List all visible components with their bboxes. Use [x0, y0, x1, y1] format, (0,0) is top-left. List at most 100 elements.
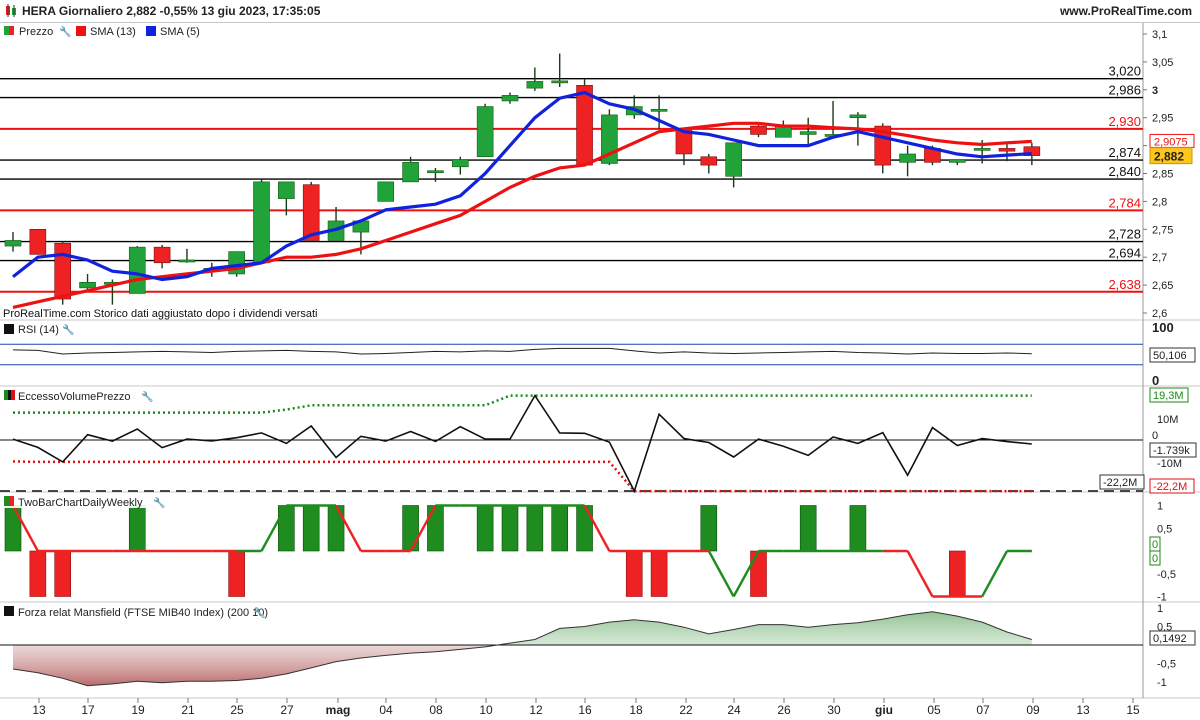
y-tick-label: 2,85	[1152, 169, 1173, 181]
volume-upper-band	[13, 394, 1032, 414]
x-day-label: 09	[1026, 703, 1040, 717]
x-day-label: 22	[679, 703, 693, 717]
twobar-up-bar	[4, 505, 22, 552]
y-tick-label: 2,75	[1152, 224, 1173, 236]
twobar-line-segment	[707, 550, 735, 598]
candle-up	[253, 181, 270, 264]
candle-up	[799, 131, 817, 135]
twobar-up-bar	[576, 505, 593, 552]
candle-down	[750, 125, 767, 135]
rsi-tick-0: 0	[1152, 373, 1159, 388]
x-day-label: 05	[927, 703, 941, 717]
x-day-label: 30	[827, 703, 841, 717]
history-note: ProRealTime.com Storico dati aggiustato …	[3, 308, 317, 320]
level-label: 2,784	[1108, 195, 1141, 210]
volume-tick: -10M	[1157, 458, 1182, 470]
candle-up	[79, 282, 96, 289]
candle-up	[377, 181, 395, 202]
level-label: 2,638	[1108, 277, 1141, 292]
y-tick-label: 3,05	[1152, 57, 1173, 69]
twobar-down-bar	[650, 550, 668, 597]
x-axis: 13 17 19 21 25 27 mag 04 08 10 12 16 18 22 24 26 30 giu 05…	[32, 698, 1140, 717]
rsi-panel: 100 0 50,106 RSI (14) 🔧	[0, 320, 1196, 388]
x-day-label: 04	[379, 703, 393, 717]
volume-top-value: 19,3M	[1153, 390, 1184, 402]
candle-up	[899, 153, 916, 163]
x-day-label: 10	[479, 703, 493, 717]
twobar-tick: 1	[1157, 501, 1163, 513]
volume-bottom-value: -22,2M	[1153, 481, 1187, 493]
price-legend: Prezzo 🔧 SMA (13) SMA (5)	[0, 23, 200, 39]
twobar-up-bar	[402, 505, 419, 552]
x-day-label: 12	[529, 703, 543, 717]
x-day-label: 21	[181, 703, 195, 717]
legend-sma13-swatch	[76, 26, 86, 36]
legend-sma5: SMA (5)	[160, 26, 200, 38]
twobar-legend: TwoBarChartDailyWeekly	[18, 497, 143, 509]
stock-chart[interactable]: 3,020 2,986 2,930 2,874 2,840 2,784 2,728 2,694…	[0, 23, 1200, 720]
volume-panel: 10M 0 -10M 19,3M -1.739k -22,2M -22,2M EccessoV…	[0, 387, 1197, 494]
twobar-value: 0	[1152, 539, 1158, 551]
twobar-up-bar	[427, 505, 444, 552]
x-day-label: 07	[976, 703, 990, 717]
candle-up	[849, 114, 867, 119]
twobar-tick: -1	[1157, 592, 1167, 604]
x-day-label: 13	[1076, 703, 1090, 717]
mansfield-legend-swatch	[4, 606, 14, 616]
mansfield-value: 0,1492	[1153, 633, 1187, 645]
candle-up	[4, 240, 22, 247]
candle-up	[973, 148, 991, 151]
brand-link[interactable]: www.ProRealTime.com	[1060, 4, 1192, 18]
twobar-down-bar	[948, 550, 966, 597]
rsi-legend-swatch	[4, 324, 14, 334]
wrench-icon: 🔧	[253, 606, 265, 619]
twobar-up-bar	[476, 505, 494, 552]
wrench-icon: 🔧	[141, 390, 153, 403]
price-panel: 3,020 2,986 2,930 2,874 2,840 2,784 2,728 2,694…	[0, 23, 1195, 320]
x-day-label: 26	[777, 703, 791, 717]
wrench-icon: 🔧	[59, 25, 71, 38]
candle-up	[650, 109, 668, 112]
twobar-tick: -0,5	[1157, 569, 1176, 581]
chart-title: HERA Giornaliero 2,882 -0,55% 13 giu 202…	[22, 4, 321, 18]
twobar-value: 0	[1152, 553, 1158, 565]
rsi-tick-100: 100	[1152, 320, 1174, 335]
twobar-up-bar	[128, 505, 146, 552]
twobar-up-bar	[302, 505, 320, 552]
candle-up	[278, 181, 295, 199]
volume-legend-swatch	[8, 390, 11, 400]
rsi-legend: RSI (14)	[18, 324, 59, 336]
legend-sma13: SMA (13)	[90, 26, 136, 38]
sma13-value: 2,9075	[1154, 136, 1188, 148]
twobar-panel: 1 0,5 -0,5 -1 0 0 TwoBarChartDailyWeekly 🔧	[0, 493, 1176, 604]
y-tick-label: 2,7	[1152, 252, 1167, 264]
rsi-value: 50,106	[1153, 350, 1187, 362]
volume-mid-value: -1.739k	[1153, 445, 1190, 457]
volume-tick: 0	[1152, 430, 1158, 442]
twobar-up-bar	[799, 505, 817, 552]
twobar-up-bar	[551, 505, 569, 552]
candle-up	[775, 125, 792, 138]
y-tick-label: 3,1	[1152, 29, 1167, 41]
x-day-label: 16	[578, 703, 592, 717]
level-label: 2,840	[1108, 164, 1141, 179]
candle-up	[178, 259, 196, 263]
x-day-label: 15	[1126, 703, 1140, 717]
twobar-tick: 0,5	[1157, 523, 1172, 535]
level-label: 2,694	[1108, 246, 1141, 261]
mansfield-tick: -1	[1157, 677, 1167, 689]
twobar-up-bar	[327, 505, 345, 552]
candle-up	[501, 95, 519, 102]
volume-tick: 10M	[1157, 414, 1178, 426]
candle-up	[451, 159, 469, 168]
twobar-line-segment	[906, 550, 934, 598]
legend-price-swatch	[4, 26, 9, 35]
legend-price: Prezzo	[19, 26, 53, 38]
level-label: 2,930	[1108, 114, 1141, 129]
twobar-up-bar	[278, 505, 295, 552]
mansfield-panel: 10,5-0,5-10,1492Forza relat Mansfield (F…	[0, 603, 1196, 689]
candle-down	[29, 229, 47, 255]
candle-down	[576, 85, 593, 166]
mansfield-tick: -0,5	[1157, 659, 1176, 671]
twobar-up-bar	[526, 505, 544, 552]
